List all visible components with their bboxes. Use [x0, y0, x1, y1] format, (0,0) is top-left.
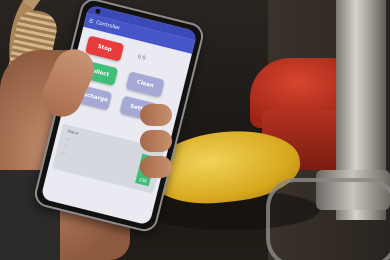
finger: [140, 130, 172, 152]
info-line: ...: [65, 135, 70, 141]
clean-button[interactable]: Clean: [125, 71, 165, 98]
finger: [140, 156, 172, 178]
info-line: ...: [62, 149, 67, 155]
finger: [140, 104, 172, 126]
info-line: Status: [67, 129, 79, 136]
camera-icon: [94, 8, 101, 15]
app-title: Controller: [95, 19, 121, 32]
menu-icon[interactable]: ☰: [88, 18, 94, 25]
metal-clamp: [266, 178, 390, 260]
photo-scene: ☰ Controller Stop 0 0 Collect Clean Disc…: [0, 0, 390, 260]
counter-readout: 0 0: [136, 53, 147, 62]
info-line: ...: [63, 142, 68, 148]
